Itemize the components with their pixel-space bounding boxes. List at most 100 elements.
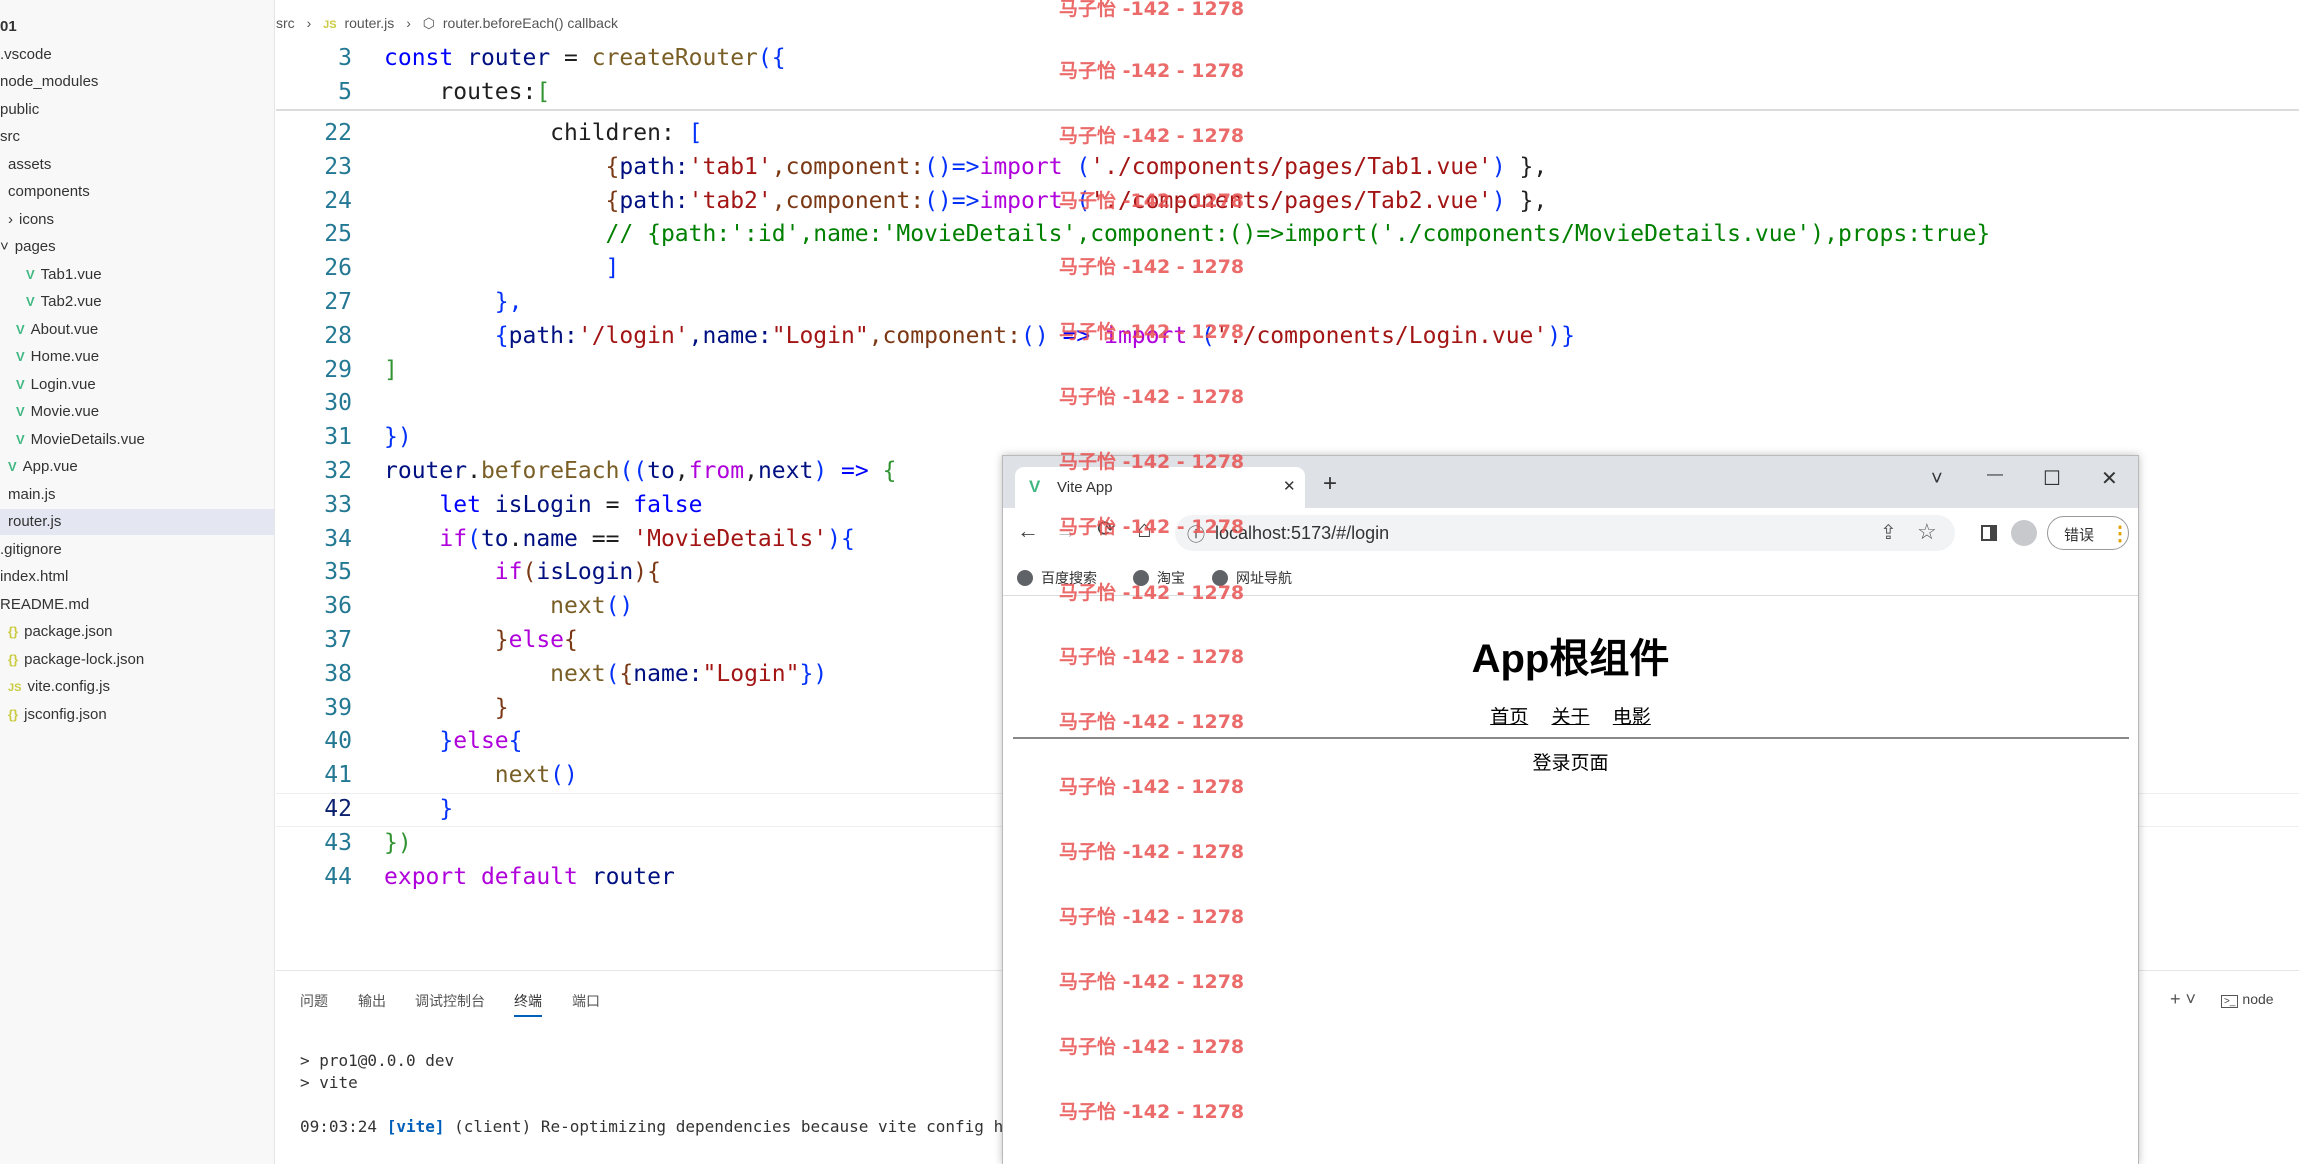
sidebar-item[interactable]: V Tab1.vue (26, 262, 102, 288)
new-terminal-button[interactable]: + ˅ (2170, 989, 2196, 1010)
code-token: ) (1491, 153, 1506, 180)
code-text: next() (384, 758, 578, 792)
page-divider (1013, 737, 2129, 739)
sidebar-item[interactable]: ˅ pages (0, 234, 56, 260)
code-token: to (647, 458, 675, 484)
sidebar-item-label: vite.config.js (27, 678, 111, 695)
sidebar-item[interactable]: components (8, 179, 90, 205)
code-line[interactable]: 22 children: [ (276, 116, 2299, 150)
back-icon[interactable]: ← (1017, 518, 1039, 544)
code-token: to (480, 525, 509, 552)
line-number: 44 (324, 863, 352, 890)
address-bar[interactable]: ⓘ localhost:5173/#/login ⇪ ☆ (1175, 515, 1955, 551)
sticky-code-line[interactable]: 5 routes:[ (276, 75, 2299, 109)
code-token: { (384, 187, 620, 214)
new-tab-button[interactable]: + (1323, 470, 1337, 498)
sidebar-item[interactable]: › icons (8, 207, 54, 233)
bookmark-star-icon[interactable]: ☆ (1917, 519, 1937, 545)
line-number: 35 (324, 559, 352, 586)
code-line[interactable]: 26 ] (276, 251, 2299, 285)
panel-tab[interactable]: 问题 (300, 991, 328, 1011)
sidebar-item-label: .gitignore (0, 540, 62, 558)
code-line[interactable]: 27 }, (276, 285, 2299, 319)
side-panel-icon[interactable] (1981, 525, 1997, 541)
sidebar-item[interactable]: {} package-lock.json (8, 647, 144, 673)
code-token: ] (384, 356, 398, 383)
site-info-icon[interactable]: ⓘ (1187, 521, 1205, 547)
line-number: 28 (324, 322, 352, 349)
code-line[interactable]: 30 (276, 386, 2299, 420)
code-token: './components/Login.vue' (1214, 322, 1548, 349)
sticky-scroll-divider (276, 109, 2299, 111)
sidebar-item[interactable]: src (0, 124, 20, 150)
sidebar-item[interactable]: V App.vue (8, 454, 78, 480)
code-token: ()=> (924, 153, 980, 180)
sidebar-item-label: components (8, 183, 90, 200)
code-line[interactable]: 25 // {path:':id',name:'MovieDetails',co… (276, 217, 2299, 251)
bookmark-taobao[interactable]: 淘宝 (1133, 568, 1185, 588)
code-line[interactable]: 23 {path:'tab1',component:()=>import ('.… (276, 150, 2299, 184)
sidebar-item[interactable]: 01 (0, 14, 17, 40)
terminal-node-tab[interactable]: >_ node (2221, 991, 2274, 1008)
tab-search-dropdown[interactable]: ˅ (1931, 468, 1943, 491)
line-number: 33 (324, 491, 352, 518)
code-text: }) (384, 826, 412, 860)
sidebar-item[interactable]: {} jsconfig.json (8, 702, 107, 728)
sidebar-item[interactable]: main.js (8, 482, 56, 508)
panel-tab[interactable]: 端口 (572, 991, 600, 1011)
log-tag: [vite] (386, 1117, 445, 1136)
sidebar-item[interactable]: router.js (0, 509, 274, 535)
sidebar-item[interactable]: .vscode (0, 42, 52, 68)
code-line[interactable]: 24 {path:'tab2',component:()=>import ('.… (276, 184, 2299, 218)
sidebar-item[interactable]: public (0, 97, 39, 123)
sidebar-item-label: icons (19, 210, 55, 228)
code-token: isLogin (536, 559, 634, 586)
sidebar-item[interactable]: V Login.vue (16, 372, 96, 398)
sticky-code-line[interactable]: 3 const router = createRouter({ (276, 41, 2299, 75)
code-token: . (467, 458, 481, 484)
nav-link-movie[interactable]: 电影 (1613, 707, 1651, 728)
share-icon[interactable]: ⇪ (1880, 520, 1897, 545)
code-line[interactable]: 29] (276, 353, 2299, 387)
web-page-content: App根组件 首页 关于 电影 登录页面 (1003, 596, 2138, 1164)
sidebar-item[interactable]: V MovieDetails.vue (16, 427, 145, 453)
bookmark-nav[interactable]: 网址导航 (1212, 568, 1292, 588)
code-token: }) (799, 660, 828, 687)
nav-link-about[interactable]: 关于 (1551, 707, 1589, 728)
code-line[interactable]: 28 {path:'/login',name:"Login",component… (276, 319, 2299, 353)
profile-avatar[interactable] (2011, 520, 2037, 546)
sidebar-item[interactable]: V Movie.vue (16, 399, 99, 425)
sidebar-item-label: README.md (0, 595, 90, 613)
sidebar-item[interactable]: JS vite.config.js (8, 674, 110, 700)
close-window-button[interactable]: ✕ (2101, 466, 2118, 491)
nav-link-home[interactable]: 首页 (1490, 707, 1528, 728)
panel-tab[interactable]: 输出 (358, 991, 386, 1011)
sidebar-item[interactable]: V Home.vue (16, 344, 99, 370)
maximize-button[interactable]: ☐ (2043, 466, 2061, 491)
code-token: if (494, 559, 523, 586)
sidebar-item[interactable]: V About.vue (16, 317, 98, 343)
error-button[interactable]: 错误 ⋮ (2047, 516, 2130, 550)
sidebar-item[interactable]: index.html (0, 564, 68, 590)
forward-icon[interactable]: → (1055, 518, 1077, 544)
home-icon[interactable]: ⌂ (1137, 516, 1152, 544)
code-line[interactable]: 31}) (276, 420, 2299, 454)
browser-tab[interactable]: V Vite App ✕ (1015, 467, 1305, 508)
sidebar-item[interactable]: node_modules (0, 69, 98, 95)
sidebar-item[interactable]: .gitignore (0, 537, 62, 563)
code-token: }, (384, 289, 523, 315)
minimize-button[interactable]: — (1987, 466, 2003, 484)
panel-tab[interactable]: 调试控制台 (415, 991, 485, 1011)
tab-close-icon[interactable]: ✕ (1283, 477, 1296, 495)
url-text[interactable]: localhost:5173/#/login (1215, 523, 1389, 544)
browser-menu-icon[interactable]: ⋮ (2110, 521, 2130, 546)
login-page-text: 登录页面 (1532, 753, 1609, 774)
sidebar-item[interactable]: README.md (0, 592, 89, 618)
reload-icon[interactable]: ⟳ (1097, 516, 1115, 542)
bookmark-label: 百度搜索 (1041, 570, 1097, 586)
sidebar-item[interactable]: {} package.json (8, 619, 113, 645)
bookmark-baidu[interactable]: 百度搜索 (1017, 568, 1097, 588)
panel-tab[interactable]: 终端 (514, 991, 542, 1017)
sidebar-item[interactable]: V Tab2.vue (26, 289, 102, 315)
sidebar-item[interactable]: assets (8, 152, 51, 178)
